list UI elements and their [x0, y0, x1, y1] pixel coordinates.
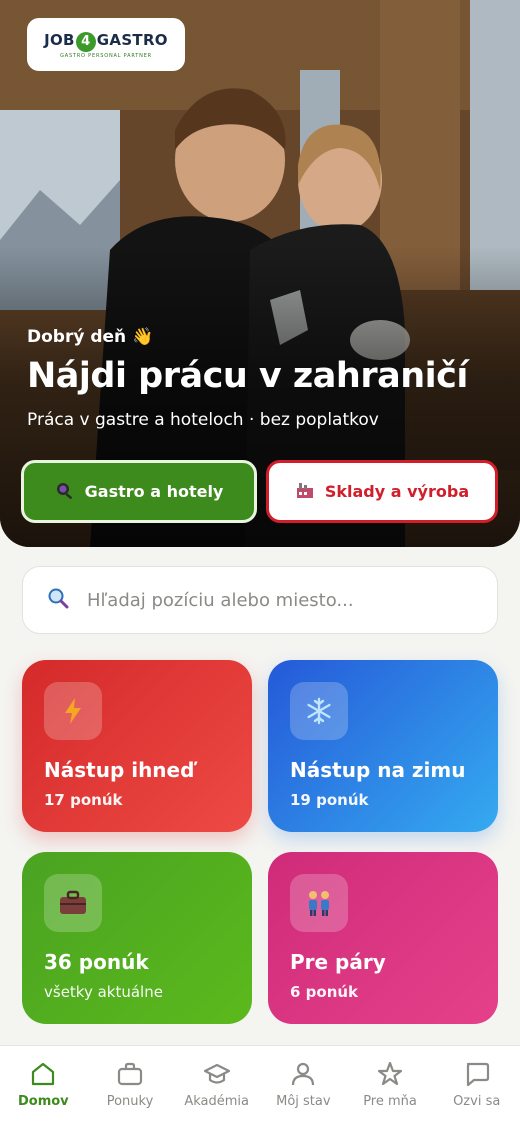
card-title: Pre páry	[290, 950, 386, 974]
logo-prefix: JOB	[44, 30, 75, 49]
greeting: Dobrý deň 👋	[27, 327, 154, 347]
hero-banner: JOB 4 GASTRO GASTRO PERSONAL PARTNER Dobrý…	[0, 0, 520, 547]
nav-item-moj-stav[interactable]: Môj stav	[260, 1046, 347, 1126]
nav-label: Akadémia	[184, 1094, 249, 1109]
search-bar[interactable]	[22, 566, 498, 634]
person-icon	[292, 1062, 315, 1086]
search-icon	[47, 587, 69, 613]
briefcase-icon	[44, 874, 102, 932]
logo-wordmark: JOB 4 GASTRO	[44, 31, 168, 52]
nav-label: Ponuky	[106, 1094, 154, 1109]
home-icon	[32, 1062, 55, 1086]
lightning-icon	[44, 682, 102, 740]
factory-icon	[295, 480, 315, 504]
card-title: Nástup ihneď	[44, 758, 195, 782]
card-title: 36 ponúk	[44, 950, 149, 974]
card-all-offers[interactable]: 36 ponúk všetky aktuálne	[22, 852, 252, 1024]
logo-suffix: GASTRO	[96, 30, 168, 49]
segment-sklady-button[interactable]: Sklady a výroba	[266, 460, 498, 523]
nav-label: Ozvi sa	[453, 1094, 501, 1109]
star-icon	[377, 1061, 403, 1086]
page-title: Nájdi prácu v zahraničí	[27, 356, 468, 396]
bottom-nav: Domov Ponuky Akadémia Môj stav Pre mňa O…	[0, 1045, 520, 1126]
nav-label: Pre mňa	[363, 1094, 417, 1109]
nav-item-domov[interactable]: Domov	[0, 1046, 87, 1126]
search-input[interactable]	[85, 588, 469, 612]
card-nastup-na-zimu[interactable]: Nástup na zimu 19 ponúk	[268, 660, 498, 832]
card-pre-pary[interactable]: Pre páry 6 ponúk	[268, 852, 498, 1024]
hero-subtitle: Práca v gastre a hoteloch · bez poplatko…	[27, 410, 379, 430]
segment-gastro-label: Gastro a hotely	[84, 482, 224, 501]
snowflake-icon	[290, 682, 348, 740]
nav-item-ponuky[interactable]: Ponuky	[87, 1046, 174, 1126]
card-title: Nástup na zimu	[290, 758, 466, 782]
nav-item-akademia[interactable]: Akadémia	[173, 1046, 260, 1126]
logo-tagline: GASTRO PERSONAL PARTNER	[60, 52, 152, 59]
chat-bubble-icon	[466, 1062, 489, 1087]
segment-gastro-button[interactable]: Gastro a hotely	[21, 460, 257, 523]
briefcase-icon	[117, 1062, 143, 1086]
nav-item-ozvi-sa[interactable]: Ozvi sa	[433, 1046, 520, 1126]
nav-item-pre-mna[interactable]: Pre mňa	[347, 1046, 434, 1126]
nav-label: Domov	[17, 1094, 69, 1109]
brand-logo[interactable]: JOB 4 GASTRO GASTRO PERSONAL PARTNER	[27, 18, 185, 71]
card-subtitle: všetky aktuálne	[44, 983, 163, 1001]
card-subtitle: 6 ponúk	[290, 983, 359, 1001]
couple-icon	[290, 874, 348, 932]
segment-sklady-label: Sklady a výroba	[324, 482, 470, 501]
graduation-cap-icon	[203, 1063, 230, 1084]
logo-number: 4	[75, 31, 96, 52]
card-subtitle: 17 ponúk	[44, 791, 123, 809]
nav-label: Môj stav	[276, 1094, 331, 1109]
card-subtitle: 19 ponúk	[290, 791, 369, 809]
card-nastup-ihned[interactable]: Nástup ihneď 17 ponúk	[22, 660, 252, 832]
pan-icon	[55, 480, 75, 504]
